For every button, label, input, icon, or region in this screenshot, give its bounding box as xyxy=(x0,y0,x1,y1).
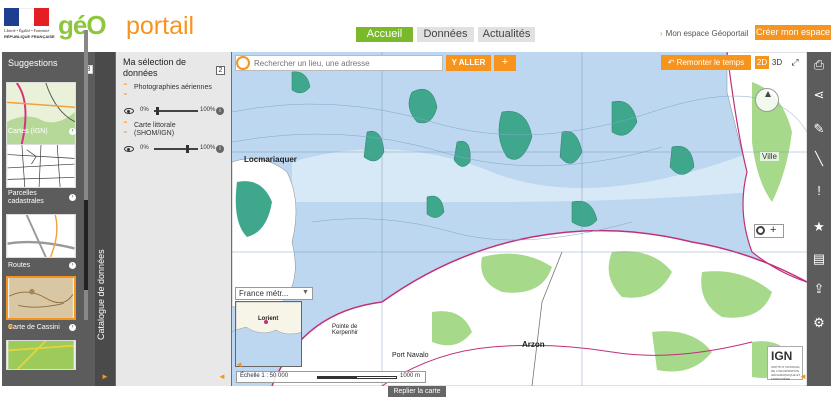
republique-francaise-logo: Liberté • Égalité • Fraternité RÉPUBLIQU… xyxy=(4,8,55,44)
suggestion-open-icon[interactable]: › xyxy=(69,194,76,201)
layer-name: Carte littorale (SHOM/IGN) xyxy=(134,122,176,137)
suggestion-label-cartes-ign: Cartes (IGN) xyxy=(8,128,48,135)
replier-la-carte-button[interactable]: Replier la carte xyxy=(388,386,446,397)
suggestion-open-icon[interactable]: › xyxy=(69,262,76,269)
collapse-minimap-icon[interactable]: ◄ xyxy=(235,360,243,369)
suggestion-thumb-cartes-ign[interactable] xyxy=(6,82,76,146)
view-3d-button[interactable]: 3D xyxy=(770,56,784,69)
brand-geo: géO xyxy=(58,10,107,40)
catalogue-label-wrap: Catalogue de données xyxy=(96,249,114,358)
opacity-slider[interactable] xyxy=(154,148,198,150)
measure-icon[interactable]: ╲ xyxy=(810,150,828,168)
parcelles-preview xyxy=(7,145,75,187)
zoom-magnifier-icon[interactable] xyxy=(756,226,765,235)
minimap-canvas xyxy=(236,302,301,366)
import-icon[interactable]: ⇪ xyxy=(810,280,828,298)
header: Liberté • Égalité • Fraternité RÉPUBLIQU… xyxy=(0,0,833,52)
suggestion-thumb-parcelles[interactable] xyxy=(6,144,76,188)
share-icon[interactable]: ⋖ xyxy=(810,86,828,104)
pencil-icon[interactable]: ✎ xyxy=(810,120,828,138)
collapse-selection-icon[interactable]: ◄ xyxy=(218,372,226,381)
selection-title: Ma sélection de données xyxy=(123,57,187,78)
routes-preview xyxy=(7,215,75,257)
geolocate-icon[interactable] xyxy=(236,56,250,70)
scale-ruler xyxy=(317,376,397,379)
ign-logo[interactable]: IGN INSTITUT NATIONAL DE L'INFORMATION G… xyxy=(767,346,803,381)
suggestion-label-cassini: Carte de Cassini xyxy=(8,324,60,331)
map-canvas[interactable] xyxy=(232,52,807,386)
mon-espace-link[interactable]: Mon espace Géoportail xyxy=(660,29,749,38)
cassini-preview xyxy=(8,278,74,318)
ign-logo-text: IGN xyxy=(771,349,793,363)
geoportail-logo[interactable]: géO portail xyxy=(58,8,208,44)
place-label: Locmariaquer xyxy=(244,155,297,164)
geoportail-page: Liberté • Égalité • Fraternité RÉPUBLIQU… xyxy=(0,0,833,400)
create-space-button[interactable]: Créer mon espace xyxy=(755,25,831,40)
brand-portail: portail xyxy=(126,12,195,40)
tab-accueil[interactable]: Accueil xyxy=(356,27,413,42)
more-search-button[interactable]: + xyxy=(494,55,516,71)
zoom-in-icon[interactable]: + xyxy=(770,224,776,236)
search-input[interactable] xyxy=(254,56,439,70)
place-label: Arzon xyxy=(522,340,545,349)
opacity-slider-knob[interactable] xyxy=(156,107,159,115)
opacity-max-label: 100% xyxy=(200,107,216,113)
opacity-max-label: 100% xyxy=(200,145,216,151)
expand-right-panel-icon[interactable]: ◄ xyxy=(799,372,807,381)
selection-panel: Ma sélection de données 2 ⌃ ⌄ Photographi… xyxy=(116,52,231,386)
selection-count: 2 xyxy=(216,66,225,75)
tab-donnees[interactable]: Données xyxy=(417,27,474,42)
catalogue-label: Catalogue de données xyxy=(96,249,106,340)
suggestion-open-icon[interactable]: › xyxy=(69,128,76,135)
print-icon[interactable]: ⎙ xyxy=(810,56,828,74)
place-label: Pointe de Kerpenhir xyxy=(332,324,359,336)
layer-info-icon[interactable]: i xyxy=(216,107,224,115)
suggestion-thumb-routes[interactable] xyxy=(6,214,76,258)
suggestion-open-icon[interactable]: › xyxy=(69,324,76,331)
scale-text: Échelle 1 : 50 000 xyxy=(240,373,289,379)
expand-catalogue-icon[interactable]: ► xyxy=(101,372,109,381)
opacity-min-label: 0% xyxy=(140,107,149,113)
remonter-le-temps-button[interactable]: ↶ Remonter le temps xyxy=(661,55,751,70)
layer-info-icon[interactable]: i xyxy=(216,145,224,153)
visibility-eye-icon[interactable] xyxy=(124,108,134,114)
star-icon[interactable]: ★ xyxy=(810,218,828,236)
layer-reorder-icon[interactable]: ⌃ ⌄ xyxy=(122,83,129,97)
minimap-city-label: Lorient xyxy=(258,316,279,322)
opacity-min-label: 0% xyxy=(140,145,149,151)
alert-icon[interactable]: ! xyxy=(810,182,828,200)
place-label: Port Navalo xyxy=(392,352,429,359)
visibility-eye-icon[interactable] xyxy=(124,146,134,152)
fullscreen-icon[interactable]: ⤢ xyxy=(787,55,803,70)
layer-name: Photographies aériennes xyxy=(134,84,212,91)
ville-label: Ville xyxy=(760,152,779,161)
suggestion-thumb-cassini[interactable] xyxy=(6,276,76,320)
go-button[interactable]: Y ALLER xyxy=(446,55,491,71)
tab-actualites[interactable]: Actualités xyxy=(478,27,535,42)
next-preview xyxy=(8,341,74,369)
suggestion-label-routes: Routes xyxy=(8,262,31,269)
suggestion-thumb-next[interactable] xyxy=(6,340,76,370)
map-book-icon[interactable]: ▤ xyxy=(810,250,828,268)
suggestions-scroll-thumb[interactable] xyxy=(84,200,88,290)
view-2d-button[interactable]: 2D xyxy=(755,56,769,69)
overview-minimap[interactable] xyxy=(235,301,302,367)
scale-distance: 1000 m xyxy=(400,373,421,379)
suggestions-title: Suggestions xyxy=(8,58,58,68)
collapse-suggestions-icon[interactable]: ◄ xyxy=(6,322,14,331)
republic-motto: Liberté • Égalité • Fraternité xyxy=(4,28,50,33)
compass-navigation-icon[interactable] xyxy=(755,88,779,112)
republic-name: RÉPUBLIQUE FRANÇAISE xyxy=(4,34,55,39)
remonter-label: Remonter le temps xyxy=(676,58,745,67)
settings-icon[interactable]: ⚙ xyxy=(810,314,828,332)
opacity-slider-knob[interactable] xyxy=(186,145,189,153)
chevron-down-icon[interactable]: ▼ xyxy=(302,289,309,296)
layer-reorder-icon[interactable]: ⌃ ⌄ xyxy=(122,121,129,135)
opacity-slider[interactable] xyxy=(154,110,198,112)
map-view[interactable]: Locmariaquer Port Navalo Pointe de Kerpe… xyxy=(232,52,807,386)
suggestion-label-parcelles: Parcelles cadastrales xyxy=(8,190,44,205)
